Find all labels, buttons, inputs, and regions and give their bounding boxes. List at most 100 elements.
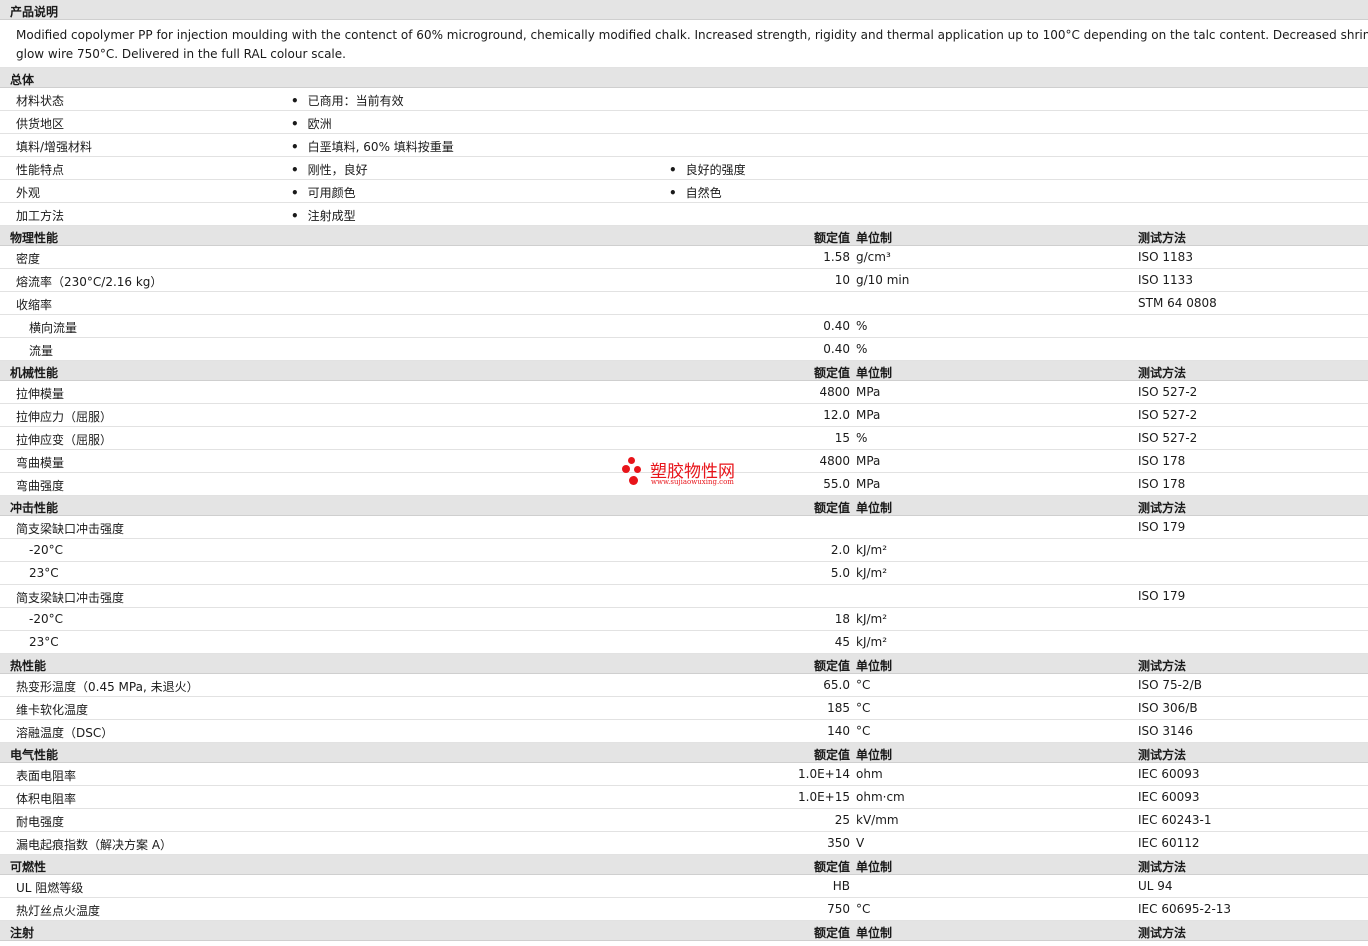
property-label: 溶融温度（DSC） <box>16 726 114 740</box>
general-row: 外观 可用颜色 自然色 <box>0 180 1368 203</box>
property-row: 拉伸模量 4800 MPa ISO 527-2 <box>0 381 1368 404</box>
section-header: 机械性能 额定值 单位制 测试方法 <box>0 361 1368 381</box>
property-method: ISO 527-2 <box>1138 431 1198 445</box>
property-value: 65.0 <box>823 678 850 692</box>
section-header: 可燃性 额定值 单位制 测试方法 <box>0 855 1368 875</box>
property-unit: MPa <box>856 454 881 468</box>
property-label: 拉伸应力（屈服） <box>16 410 113 424</box>
property-label: 密度 <box>16 252 41 266</box>
property-row: 熔流率（230°C/2.16 kg） 10 g/10 min ISO 1133 <box>0 269 1368 292</box>
property-label: 热灯丝点火温度 <box>16 904 101 918</box>
column-method-header: 测试方法 <box>1138 231 1187 245</box>
section-header-description: 产品说明 <box>0 0 1368 20</box>
property-value: 10 <box>834 273 850 287</box>
property-row: 密度 1.58 g/cm³ ISO 1183 <box>0 246 1368 269</box>
description-line: Modified copolymer PP for injection moul… <box>16 28 1368 42</box>
section-title: 产品说明 <box>10 5 59 19</box>
property-value: 5.0 <box>830 566 850 580</box>
section-title: 机械性能 <box>10 366 59 380</box>
general-value: 可用颜色 <box>291 184 356 201</box>
property-label: 漏电起痕指数（解决方案 A） <box>16 838 173 852</box>
property-unit: kJ/m² <box>856 612 888 626</box>
property-unit: kJ/m² <box>856 543 888 557</box>
section-header: 热性能 额定值 单位制 测试方法 <box>0 654 1368 674</box>
property-row: 23°C 45 kJ/m² <box>0 631 1368 654</box>
general-value: 欧洲 <box>291 115 332 132</box>
property-label: 流量 <box>29 344 54 358</box>
property-row: 横向流量 0.40% <box>0 315 1368 338</box>
property-row: 简支梁缺口冲击强度 ISO 179 <box>0 516 1368 539</box>
column-value-header: 额定值 <box>813 926 850 940</box>
column-method-header: 测试方法 <box>1138 860 1187 874</box>
property-unit: kV/mm <box>856 813 899 827</box>
property-method: IEC 60112 <box>1138 836 1200 850</box>
property-method: ISO 527-2 <box>1138 408 1198 422</box>
property-unit: ohm·cm <box>856 790 905 804</box>
column-unit-header: 单位制 <box>856 231 893 245</box>
property-method: ISO 3146 <box>1138 724 1193 738</box>
property-method: ISO 178 <box>1138 477 1186 491</box>
property-value: 1.58 <box>823 250 850 264</box>
column-value-header: 额定值 <box>813 231 850 245</box>
general-label: 供货地区 <box>16 117 65 131</box>
property-row: 耐电强度 25 kV/mm IEC 60243-1 <box>0 809 1368 832</box>
property-row: 热灯丝点火温度 750 °C IEC 60695-2-13 <box>0 898 1368 921</box>
property-row: 漏电起痕指数（解决方案 A） 350 V IEC 60112 <box>0 832 1368 855</box>
general-row: 填料/增强材料 白垩填料, 60% 填料按重量 <box>0 134 1368 157</box>
property-unit: MPa <box>856 477 881 491</box>
property-label: 简支梁缺口冲击强度 <box>16 522 125 536</box>
property-value: 25 <box>834 813 850 827</box>
property-value: 350 <box>827 836 850 850</box>
property-unit: % <box>856 342 868 356</box>
property-method: ISO 527-2 <box>1138 385 1198 399</box>
property-unit: kJ/m² <box>856 635 888 649</box>
property-method: IEC 60695-2-13 <box>1138 902 1232 916</box>
property-label: UL 阻燃等级 <box>16 881 84 895</box>
general-label: 填料/增强材料 <box>16 140 93 154</box>
property-method: IEC 60093 <box>1138 790 1200 804</box>
property-row: 拉伸应变（屈服） 15% ISO 527-2 <box>0 427 1368 450</box>
column-value-header: 额定值 <box>813 748 850 762</box>
column-value-header: 额定值 <box>813 366 850 380</box>
property-unit: °C <box>856 678 871 692</box>
property-unit: MPa <box>856 385 881 399</box>
column-method-header: 测试方法 <box>1138 501 1187 515</box>
property-label: 简支梁缺口冲击强度 <box>16 591 125 605</box>
watermark-url: www.sujiaowuxing.com <box>651 478 734 486</box>
property-label: 23°C <box>29 635 59 649</box>
property-method: IEC 60093 <box>1138 767 1200 781</box>
property-method: ISO 179 <box>1138 589 1186 603</box>
property-value: 45 <box>834 635 850 649</box>
column-method-header: 测试方法 <box>1138 366 1187 380</box>
general-row: 加工方法 注射成型 <box>0 203 1368 226</box>
general-label: 加工方法 <box>16 209 65 223</box>
property-unit: °C <box>856 701 871 715</box>
property-value: HB <box>832 879 850 893</box>
column-unit-header: 单位制 <box>856 748 893 762</box>
general-value: 注射成型 <box>291 207 356 224</box>
general-value: 白垩填料, 60% 填料按重量 <box>291 138 454 155</box>
property-row: 拉伸应力（屈服） 12.0 MPa ISO 527-2 <box>0 404 1368 427</box>
general-label: 性能特点 <box>16 163 65 177</box>
general-value: 已商用：当前有效 <box>291 92 404 109</box>
section-header: 电气性能 额定值 单位制 测试方法 <box>0 743 1368 763</box>
property-value: 12.0 <box>823 408 850 422</box>
property-label: 热变形温度（0.45 MPa, 未退火） <box>16 680 199 694</box>
general-list: 材料状态 已商用：当前有效供货地区 欧洲填料/增强材料 白垩填料, 60% 填料按重量… <box>0 88 1368 226</box>
section-header-general: 总体 <box>0 68 1368 88</box>
property-unit: g/cm³ <box>856 250 891 264</box>
general-label: 外观 <box>16 186 41 200</box>
section-title: 注射 <box>10 926 35 940</box>
section-header: 物理性能 额定值 单位制 测试方法 <box>0 226 1368 246</box>
property-value: 0.40 <box>823 342 850 356</box>
property-value: 4800 <box>819 385 850 399</box>
property-row: 热变形温度（0.45 MPa, 未退火） 65.0 °C ISO 75-2/B <box>0 674 1368 697</box>
general-label: 材料状态 <box>16 94 65 108</box>
property-method: STM 64 0808 <box>1138 296 1217 310</box>
property-row: UL 阻燃等级 HB UL 94 <box>0 875 1368 898</box>
property-row: 23°C 5.0 kJ/m² <box>0 562 1368 585</box>
property-label: 耐电强度 <box>16 815 65 829</box>
property-label: 弯曲模量 <box>16 456 65 470</box>
property-value: 750 <box>827 902 850 916</box>
property-label: 横向流量 <box>29 321 78 335</box>
